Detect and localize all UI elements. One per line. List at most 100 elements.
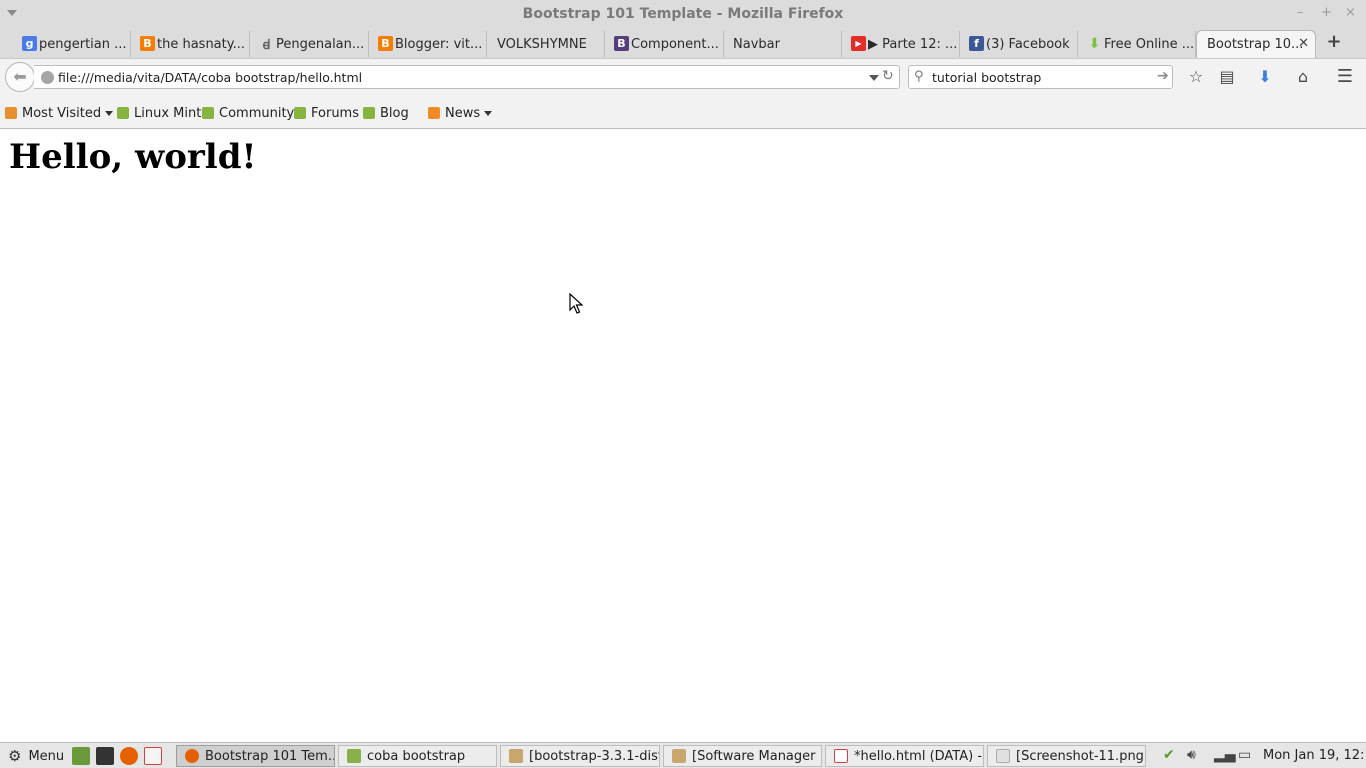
navigation-toolbar: ⬅ ↻ ⚲ ➔ ☆ ▤ ⬇ ⌂ ☰ xyxy=(0,58,1366,94)
tab[interactable]: ⬇ Free Online ... xyxy=(1079,31,1196,57)
close-window-button[interactable]: × xyxy=(1345,5,1356,20)
tab-strip: g pengertian ... B the hasnaty... ꟈ Peng… xyxy=(0,29,1366,58)
page-heading: Hello, world! xyxy=(9,137,257,177)
menu-hamburger-icon[interactable]: ☰ xyxy=(1334,66,1356,88)
back-arrow-icon: ⬅ xyxy=(13,67,27,86)
shield-icon[interactable]: ✔ xyxy=(1163,747,1175,763)
bookmark-news[interactable]: News xyxy=(428,104,493,122)
search-go-icon[interactable]: ➔ xyxy=(1157,68,1169,84)
back-button[interactable]: ⬅ xyxy=(5,62,35,92)
tab[interactable]: B the hasnaty... xyxy=(132,31,250,57)
tab-label: the hasnaty... xyxy=(157,36,245,52)
most-visited-icon xyxy=(5,107,17,119)
bookmarks-toolbar: Most Visited Linux Mint Community Forums… xyxy=(0,94,1366,129)
bookmark-blog[interactable]: Blog xyxy=(363,104,409,122)
taskbar-window-label: Bootstrap 101 Tem... xyxy=(205,748,335,764)
new-tab-button[interactable]: + xyxy=(1324,32,1344,52)
home-icon[interactable]: ⌂ xyxy=(1292,66,1314,88)
bootstrap-icon: B xyxy=(614,36,629,51)
tab-label: VOLKSHYMNE xyxy=(497,36,587,52)
show-desktop-icon[interactable] xyxy=(72,747,90,765)
tab[interactable]: ▶ ▶ Parte 12: ... xyxy=(843,31,960,57)
youtube-icon: ▶ xyxy=(851,36,866,51)
system-taskbar: ⚙ Menu Bootstrap 101 Tem... coba bootstr… xyxy=(0,742,1366,768)
text-editor-icon[interactable] xyxy=(144,747,162,765)
volume-icon[interactable]: 🔊︎ xyxy=(1187,747,1196,763)
gear-icon: ⚙ xyxy=(8,747,22,765)
tab[interactable]: f (3) Facebook xyxy=(961,31,1078,57)
page-content: Hello, world! xyxy=(0,130,1366,742)
tab[interactable]: Navbar xyxy=(724,31,842,57)
search-icon: ⚲ xyxy=(914,69,924,84)
taskbar-window-label: *hello.html (DATA) -... xyxy=(854,748,984,764)
window-titlebar: Bootstrap 101 Template - Mozilla Firefox… xyxy=(0,0,1366,29)
firefox-icon[interactable] xyxy=(120,747,138,765)
bookmark-most-visited[interactable]: Most Visited xyxy=(5,104,114,122)
blogger-icon: B xyxy=(140,36,155,51)
bookmark-label: Blog xyxy=(380,105,409,121)
battery-icon[interactable]: ▭ xyxy=(1238,747,1251,763)
taskbar-window-firefox[interactable]: Bootstrap 101 Tem... xyxy=(176,745,335,767)
archive-icon xyxy=(509,749,523,763)
tab[interactable]: B Component... xyxy=(606,31,724,57)
google-icon: g xyxy=(22,36,37,51)
taskbar-window-editor[interactable]: *hello.html (DATA) -... xyxy=(825,745,984,767)
downloads-icon[interactable]: ⬇ xyxy=(1254,66,1276,88)
package-icon xyxy=(672,749,686,763)
tab-label: Blogger: vit... xyxy=(395,36,483,52)
bookmarks-menu-icon[interactable]: ▤ xyxy=(1216,66,1238,88)
taskbar-window-software-manager[interactable]: [Software Manager ... xyxy=(663,745,822,767)
tab-active[interactable]: Bootstrap 10... ✕ xyxy=(1196,30,1316,58)
url-bar[interactable]: ↻ xyxy=(34,65,900,89)
taskbar-window-archive[interactable]: [bootstrap-3.3.1-dist... xyxy=(500,745,660,767)
tab-label: Free Online ... xyxy=(1104,36,1195,52)
tab[interactable]: VOLKSHYMNE xyxy=(488,31,605,57)
maximize-button[interactable]: + xyxy=(1321,5,1332,20)
window-title: Bootstrap 101 Template - Mozilla Firefox xyxy=(522,6,844,22)
history-dropdown-icon[interactable] xyxy=(869,75,879,81)
download-icon: ⬇ xyxy=(1088,35,1101,52)
blogger-icon: B xyxy=(378,36,393,51)
tab[interactable]: B Blogger: vit... xyxy=(370,31,487,57)
image-icon xyxy=(996,749,1010,763)
bookmark-label: Forums xyxy=(311,105,359,121)
rss-icon xyxy=(428,107,440,119)
start-menu-label: Menu xyxy=(28,748,65,764)
search-input[interactable] xyxy=(932,68,1147,86)
network-signal-icon[interactable]: ▂▄ xyxy=(1214,747,1236,763)
bookmark-forums[interactable]: Forums xyxy=(294,104,359,122)
terminal-icon[interactable] xyxy=(96,747,114,765)
bookmark-linux-mint[interactable]: Linux Mint xyxy=(117,104,201,122)
tab-label: Component... xyxy=(631,36,719,52)
taskbar-window-label: [Screenshot-11.png] xyxy=(1016,748,1146,764)
tab-label: Bootstrap 10... xyxy=(1207,37,1304,52)
taskbar-window-image-viewer[interactable]: [Screenshot-11.png] xyxy=(987,745,1146,767)
tab-label: (3) Facebook xyxy=(986,36,1070,52)
reload-icon[interactable]: ↻ xyxy=(882,68,894,84)
tab-label: Navbar xyxy=(733,36,780,52)
text-editor-icon xyxy=(834,749,848,763)
tab-label: pengertian ... xyxy=(39,36,127,52)
mint-icon xyxy=(202,107,214,119)
search-bar[interactable]: ⚲ ➔ xyxy=(908,65,1173,89)
wikipedia-icon: ꟈ xyxy=(262,37,271,53)
taskbar-window-folder[interactable]: coba bootstrap xyxy=(338,745,497,767)
folder-icon xyxy=(347,749,361,763)
start-menu-button[interactable]: ⚙ Menu xyxy=(8,747,64,765)
mint-icon xyxy=(294,107,306,119)
mint-icon xyxy=(363,107,375,119)
chevron-down-icon xyxy=(105,110,114,116)
bookmark-star-icon[interactable]: ☆ xyxy=(1185,66,1207,88)
bookmark-community[interactable]: Community xyxy=(202,104,294,122)
url-input[interactable] xyxy=(58,68,858,86)
tab-label: Pengenalan... xyxy=(276,36,365,52)
close-tab-icon[interactable]: ✕ xyxy=(1298,36,1309,51)
bookmark-label: News xyxy=(445,105,481,121)
clock[interactable]: Mon Jan 19, 12:12 xyxy=(1263,748,1366,763)
firefox-icon xyxy=(185,749,199,763)
minimize-button[interactable]: – xyxy=(1297,5,1304,20)
tab[interactable]: ꟈ Pengenalan... xyxy=(251,31,369,57)
bookmark-label: Community xyxy=(219,105,295,121)
taskbar-window-label: [bootstrap-3.3.1-dist... xyxy=(529,748,659,764)
tab[interactable]: g pengertian ... xyxy=(14,31,131,57)
